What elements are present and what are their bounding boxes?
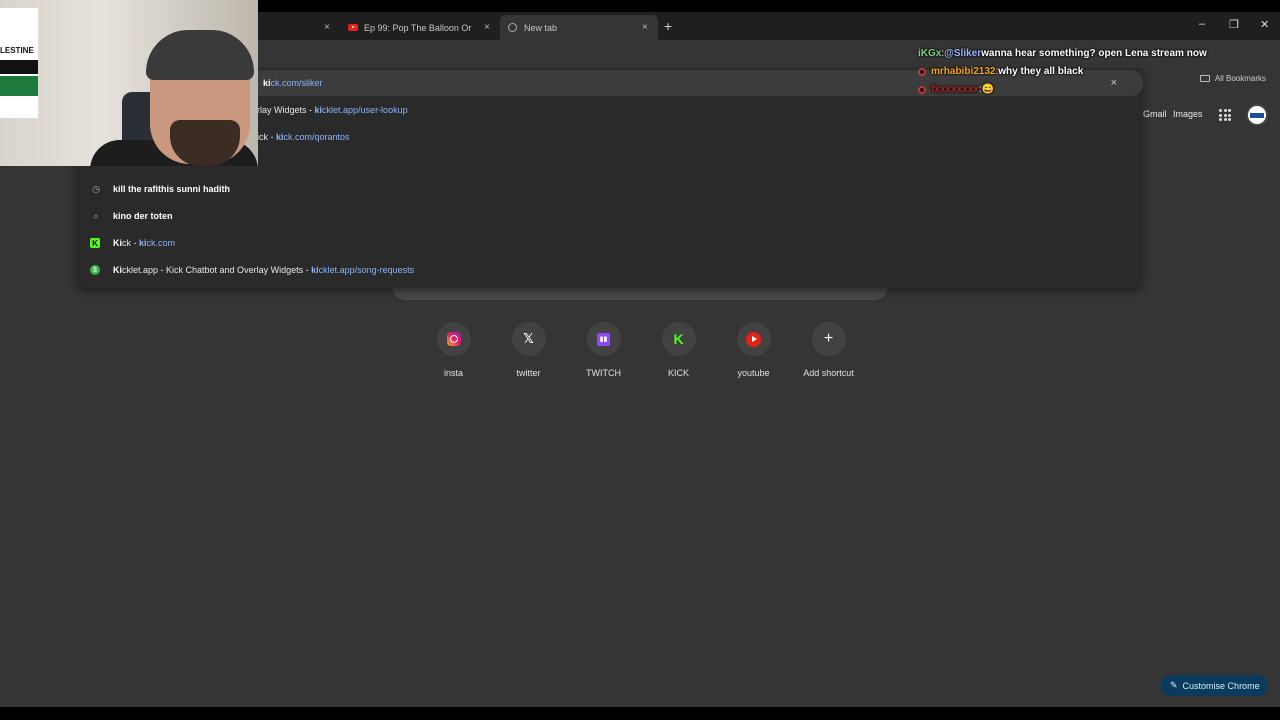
suggestion-url-bold: ki: [314, 105, 323, 115]
restore-button[interactable]: ❐: [1229, 18, 1239, 31]
streamer-beanie: [146, 30, 254, 80]
chat-mention: @Sliker: [944, 48, 982, 59]
suggestion-url: cklet.app/song-requests: [318, 265, 415, 275]
plus-icon: +: [823, 330, 834, 347]
profile-avatar[interactable]: [1246, 104, 1268, 126]
pencil-icon: ✎: [1170, 680, 1178, 690]
suggestion-url: ck.com: [146, 238, 176, 248]
youtube-favicon-icon: [348, 24, 358, 31]
suggestion-text: no der toten: [120, 211, 173, 221]
chat-badge-icon: [918, 68, 926, 76]
youtube-icon: [746, 331, 761, 347]
chat-message: fxxxxxxxx : 😄: [918, 81, 1207, 99]
new-tab-button[interactable]: +: [664, 18, 672, 34]
all-bookmarks-button[interactable]: All Bookmarks: [1199, 74, 1266, 83]
flag-poster: LESTINE: [0, 8, 38, 118]
customise-chrome-button[interactable]: ✎ Customise Chrome: [1160, 675, 1268, 696]
chat-username: mrhabibi2132: [931, 66, 996, 77]
tab-close-icon[interactable]: ×: [324, 22, 330, 33]
shortcut-twitch[interactable]: ▮▮ TWITCH: [566, 322, 641, 378]
suggestion-row[interactable]: $ Kicklet.app - Kick Chatbot and Overlay…: [76, 257, 1143, 283]
tab-close-icon[interactable]: ×: [484, 22, 490, 33]
all-bookmarks-label: All Bookmarks: [1214, 74, 1266, 83]
chat-text: 😄: [981, 84, 995, 95]
close-window-button[interactable]: ✕: [1260, 18, 1269, 31]
suggestion-url: ck.com/sliker: [270, 78, 323, 88]
customise-label: Customise Chrome: [1182, 680, 1260, 691]
newtab-favicon-icon: [508, 23, 517, 32]
suggestion-url-bold: ki: [263, 78, 271, 88]
kick-icon: K: [90, 238, 100, 248]
browser-window: × Ep 99: Pop The Balloon Or Find × New t…: [0, 0, 1280, 720]
suggestion-text: ck -: [122, 238, 139, 248]
add-shortcut-button[interactable]: + Add shortcut: [791, 322, 866, 378]
images-link[interactable]: Images: [1173, 109, 1203, 119]
shortcut-twitter[interactable]: 𝕏 twitter: [491, 322, 566, 378]
tab-new-tab[interactable]: New tab ×: [500, 15, 658, 40]
chat-text: why they all black: [998, 66, 1084, 77]
webcam-overlay: LESTINE: [0, 0, 258, 166]
suggestion-row[interactable]: K Kick - kick.com: [76, 230, 1143, 256]
suggestion-text: cklet.app - Kick Chatbot and Overlay Wid…: [122, 265, 312, 275]
google-apps-icon[interactable]: [1219, 109, 1231, 121]
twitch-icon: ▮▮: [597, 332, 610, 346]
shortcut-kick[interactable]: K KICK: [641, 322, 716, 378]
shortcut-label: Add shortcut: [803, 368, 854, 378]
suggestion-url-bold: ki: [311, 265, 319, 275]
suggestion-row[interactable]: ⌕ kino der toten: [76, 203, 1143, 229]
shortcut-label: youtube: [737, 368, 770, 378]
suggestion-url-bold: ki: [276, 132, 284, 142]
gmail-link[interactable]: Gmail: [1143, 109, 1167, 119]
shortcut-label: twitter: [516, 368, 541, 378]
x-icon: 𝕏: [523, 331, 534, 347]
minimize-button[interactable]: –: [1199, 18, 1205, 30]
suggestion-bold: Ki: [113, 265, 122, 275]
shortcut-label: TWITCH: [586, 368, 621, 378]
chat-username: iKGx: [918, 48, 942, 59]
chat-badge-icon: [918, 86, 926, 94]
instagram-icon: [446, 332, 461, 346]
tab-title: New tab: [524, 22, 558, 33]
chat-text: wanna hear something? open Lena stream n…: [981, 48, 1207, 59]
suggestion-bold: Ki: [113, 238, 122, 248]
kicklet-icon: $: [90, 265, 100, 275]
suggestion-text: ll the rafithis sunni hadith: [120, 184, 231, 194]
kick-icon: K: [673, 331, 684, 347]
shortcut-youtube[interactable]: youtube: [716, 322, 791, 378]
shortcut-insta[interactable]: insta: [416, 322, 491, 378]
tab-title: Ep 99: Pop The Balloon Or Find: [364, 22, 474, 33]
chat-message: mrhabibi2132 : why they all black: [918, 63, 1207, 81]
shortcut-label: insta: [443, 368, 463, 378]
suggestion-bold: ki: [113, 211, 121, 221]
tab-youtube-video[interactable]: Ep 99: Pop The Balloon Or Find ×: [348, 15, 496, 40]
suggestion-bold: ki: [113, 184, 121, 194]
suggestion-text: rlay Widgets -: [257, 105, 315, 115]
search-icon: ⌕: [93, 210, 99, 221]
suggestion-row[interactable]: ◷ kill the rafithis sunni hadith: [76, 176, 1143, 202]
tab-close-icon[interactable]: ×: [642, 22, 648, 33]
tab-hidden[interactable]: ×: [258, 15, 338, 40]
history-icon: ◷: [92, 183, 100, 194]
suggestion-url-bold: ki: [139, 238, 147, 248]
bottom-letterbox: [0, 707, 1280, 720]
suggestion-text: ick -: [257, 132, 276, 142]
suggestion-url: cklet.app/user-lookup: [322, 105, 408, 115]
stream-chat-overlay: iKGx : @Sliker wanna hear something? ope…: [918, 45, 1207, 99]
suggestion-url: ck.com/qorantos: [283, 132, 350, 142]
chat-username: fxxxxxxxx: [931, 84, 979, 95]
flag-text: LESTINE: [0, 46, 34, 55]
chat-message: iKGx : @Sliker wanna hear something? ope…: [918, 45, 1207, 63]
shortcuts-grid: insta 𝕏 twitter ▮▮ TWITCH K KICK youtube…: [416, 322, 866, 378]
shortcut-label: KICK: [667, 368, 689, 378]
